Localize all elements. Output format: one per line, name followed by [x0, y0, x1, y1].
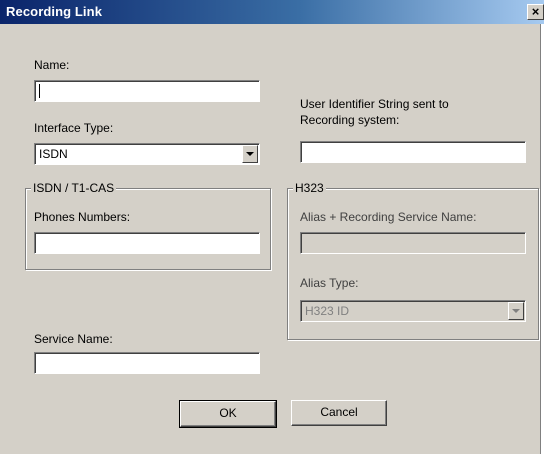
isdn-t1-cas-legend: ISDN / T1-CAS [31, 181, 117, 196]
isdn-t1-cas-group [25, 188, 271, 270]
h323-legend: H323 [293, 181, 326, 196]
service-name-label: Service Name: [34, 332, 113, 346]
text-caret [39, 84, 40, 98]
user-identifier-label-line1: User Identifier String sent to [300, 97, 449, 111]
alias-service-name-input[interactable] [300, 232, 526, 254]
chevron-down-icon [512, 309, 520, 313]
interface-type-value: ISDN [39, 147, 68, 161]
title-bar[interactable]: Recording Link × [0, 0, 544, 24]
alias-type-value: H323 ID [305, 304, 350, 318]
user-identifier-label-line2: Recording system: [300, 113, 400, 127]
recording-link-dialog: Recording Link × Name: User Identifier S… [0, 0, 544, 454]
window-title: Recording Link [6, 4, 103, 19]
cancel-button[interactable]: Cancel [291, 400, 387, 426]
interface-type-dropdown-button[interactable] [242, 145, 258, 163]
close-icon: × [531, 4, 540, 19]
interface-type-label: Interface Type: [34, 121, 114, 135]
phones-numbers-input[interactable] [34, 232, 260, 254]
user-identifier-input[interactable] [300, 141, 526, 163]
close-button[interactable]: × [527, 4, 544, 20]
interface-type-select[interactable]: ISDN [34, 143, 260, 165]
alias-type-label: Alias Type: [300, 276, 359, 290]
phones-numbers-label: Phones Numbers: [34, 210, 131, 224]
alias-type-select[interactable]: H323 ID [300, 300, 526, 322]
service-name-input[interactable] [34, 352, 260, 374]
name-input[interactable] [34, 80, 260, 102]
alias-service-name-label: Alias + Recording Service Name: [300, 210, 477, 224]
chevron-down-icon [246, 152, 254, 156]
alias-type-dropdown-button[interactable] [508, 302, 524, 320]
name-label: Name: [34, 58, 70, 72]
ok-button[interactable]: OK [179, 400, 277, 428]
